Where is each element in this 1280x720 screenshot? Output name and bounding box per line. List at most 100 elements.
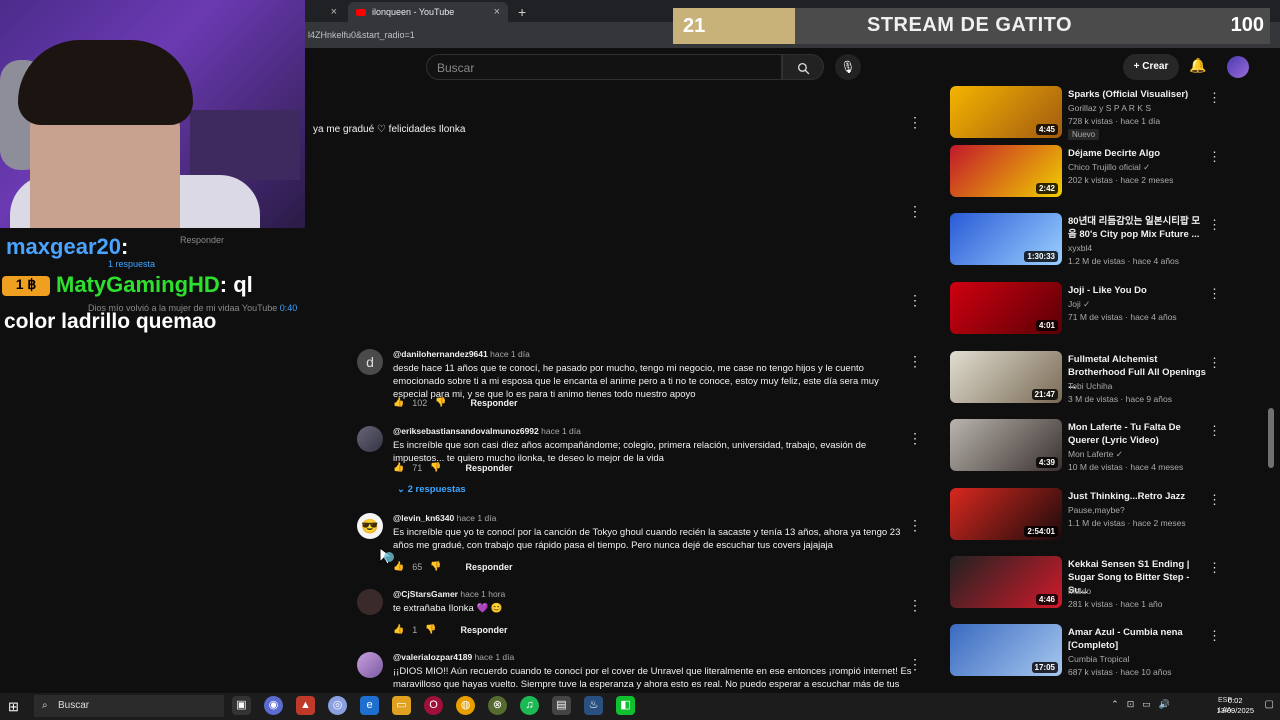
comment-author[interactable]: @levin_kn6340 [393, 513, 454, 523]
like-icon[interactable]: 👍 [393, 462, 404, 473]
comment-menu-icon[interactable]: ⋮ [908, 114, 922, 131]
taskbar-clock[interactable]: 0:02 13/09/2025 [1216, 696, 1254, 716]
comment-author[interactable]: @CjStarsGamer [393, 589, 458, 599]
dislike-icon[interactable]: 👎 [430, 561, 441, 572]
new-tab-button[interactable]: + [510, 2, 530, 22]
recommended-video[interactable]: 4:01 Joji - Like You Do Joji ✓ 71 M de vist… [950, 282, 1221, 344]
video-title[interactable]: 80년대 리듬감있는 일본시티팝 모음 80's City pop Mix Fu… [1068, 215, 1206, 241]
taskbar-search-input[interactable]: ⌕ Buscar [34, 695, 224, 717]
video-menu-icon[interactable]: ⋮ [1208, 217, 1221, 233]
search-input[interactable]: Buscar [426, 54, 782, 80]
like-icon[interactable]: 👍 [393, 397, 404, 408]
comment-avatar[interactable]: 😎 [357, 513, 383, 539]
app-icon[interactable]: ▲ [296, 696, 315, 715]
video-title[interactable]: Amar Azul - Cumbia nena [Completo] [1068, 626, 1206, 652]
browser-tab-previous[interactable]: × [305, 2, 345, 22]
video-title[interactable]: Déjame Decirte Algo [1068, 147, 1206, 160]
close-tab-icon[interactable]: × [494, 6, 500, 18]
recommended-video[interactable]: 21:47 Fullmetal Alchemist Brotherhood Ful… [950, 351, 1221, 413]
video-menu-icon[interactable]: ⋮ [1208, 423, 1221, 439]
video-channel[interactable]: Maldo [1068, 586, 1091, 596]
video-menu-icon[interactable]: ⋮ [1208, 628, 1221, 644]
app-icon[interactable]: ◉ [264, 696, 283, 715]
video-title[interactable]: Joji - Like You Do [1068, 284, 1206, 297]
user-avatar[interactable] [1227, 56, 1249, 78]
video-channel[interactable]: Gorillaz y S P A R K S [1068, 103, 1151, 113]
task-view-icon[interactable]: ▣ [232, 696, 251, 715]
chrome-icon[interactable]: ◍ [456, 696, 475, 715]
video-thumbnail[interactable]: 4:39 [950, 419, 1062, 471]
reply-button[interactable]: Responder [460, 625, 507, 635]
network-icon[interactable]: ⊡ [1127, 699, 1135, 710]
video-title[interactable]: Just Thinking...Retro Jazz [1068, 490, 1206, 503]
video-channel[interactable]: Chico Trujillo oficial ✓ [1068, 162, 1150, 173]
video-channel[interactable]: xyxbl4 [1068, 243, 1092, 253]
search-button[interactable] [782, 54, 824, 80]
comment-menu-icon[interactable]: ⋮ [908, 656, 922, 673]
comment-author[interactable]: @eriksebastiansandovalmunoz6992 [393, 426, 539, 436]
comment-author[interactable]: @valerialozpar4189 [393, 652, 472, 662]
comment-avatar[interactable] [357, 652, 383, 678]
app-icon[interactable]: ▤ [552, 696, 571, 715]
video-menu-icon[interactable]: ⋮ [1208, 149, 1221, 165]
video-channel[interactable]: Pause,maybe? [1068, 505, 1125, 515]
reply-button[interactable]: Responder [465, 562, 512, 572]
volume-icon[interactable]: 🔊 [1159, 699, 1170, 710]
comment-author[interactable]: @danilohernandez9641 [393, 349, 488, 359]
windows-start-icon[interactable]: ⊞ [8, 699, 19, 715]
comment-avatar[interactable]: d [357, 349, 383, 375]
video-menu-icon[interactable]: ⋮ [1208, 355, 1221, 371]
chevron-up-icon[interactable]: ⌃ [1111, 699, 1119, 710]
video-thumbnail[interactable]: 17:05 [950, 624, 1062, 676]
video-thumbnail[interactable]: 4:01 [950, 282, 1062, 334]
video-thumbnail[interactable]: 2:42 [950, 145, 1062, 197]
video-channel[interactable]: Mon Laferte ✓ [1068, 449, 1123, 460]
show-replies-button[interactable]: ⌄ 2 respuestas [397, 484, 466, 495]
comment-menu-icon[interactable]: ⋮ [908, 292, 922, 309]
app-icon[interactable]: ◎ [328, 696, 347, 715]
video-channel[interactable]: Joji ✓ [1068, 299, 1090, 310]
like-icon[interactable]: 👍 [393, 624, 404, 635]
close-tab-icon[interactable]: × [331, 6, 337, 18]
reply-button[interactable]: Responder [470, 398, 517, 408]
comment-menu-icon[interactable]: ⋮ [908, 597, 922, 614]
comment-menu-icon[interactable]: ⋮ [908, 203, 922, 220]
battery-icon[interactable]: ▭ [1142, 699, 1151, 710]
recommended-video[interactable]: 4:39 Mon Laferte - Tu Falta De Querer (Ly… [950, 419, 1221, 481]
app-icon[interactable]: ◧ [616, 696, 635, 715]
recommended-video[interactable]: 1:30:33 80년대 리듬감있는 일본시티팝 모음 80's City pop… [950, 213, 1221, 275]
recommended-video[interactable]: 4:45 Sparks (Official Visualiser) Gorillaz… [950, 86, 1221, 148]
dislike-icon[interactable]: 👎 [425, 624, 436, 635]
file-explorer-icon[interactable]: ▭ [392, 696, 411, 715]
video-title[interactable]: Mon Laferte - Tu Falta De Querer (Lyric … [1068, 421, 1206, 447]
video-title[interactable]: Sparks (Official Visualiser) [1068, 88, 1206, 101]
comment-avatar[interactable] [357, 426, 383, 452]
dislike-icon[interactable]: 👎 [430, 462, 441, 473]
recommended-video[interactable]: 2:54:01 Just Thinking...Retro Jazz Pause,m… [950, 488, 1221, 550]
recommended-video[interactable]: 4:46 Kekkai Sensen S1 Ending | Sugar Song… [950, 556, 1221, 618]
dislike-icon[interactable]: 👎 [435, 397, 446, 408]
opera-icon[interactable]: O [424, 696, 443, 715]
video-menu-icon[interactable]: ⋮ [1208, 90, 1221, 106]
video-menu-icon[interactable]: ⋮ [1208, 560, 1221, 576]
voice-search-button[interactable]: 🎙 [835, 54, 861, 80]
video-channel[interactable]: Tobi Uchiha [1068, 381, 1112, 391]
url-field[interactable]: l4ZHnkelfu0&start_radio=1 [300, 26, 670, 44]
steam-icon[interactable]: ♨ [584, 696, 603, 715]
recommended-video[interactable]: 2:42 Déjame Decirte Algo Chico Trujillo of… [950, 145, 1221, 207]
comment-avatar[interactable] [357, 589, 383, 615]
video-thumbnail[interactable]: 4:45 [950, 86, 1062, 138]
create-button[interactable]: + Crear [1123, 54, 1179, 80]
video-thumbnail[interactable]: 21:47 [950, 351, 1062, 403]
video-thumbnail[interactable]: 2:54:01 [950, 488, 1062, 540]
video-channel[interactable]: Cumbia Tropical [1068, 654, 1129, 664]
video-menu-icon[interactable]: ⋮ [1208, 286, 1221, 302]
video-menu-icon[interactable]: ⋮ [1208, 492, 1221, 508]
recommended-video[interactable]: 17:05 Amar Azul - Cumbia nena [Completo] C… [950, 624, 1221, 686]
xbox-icon[interactable]: ⊗ [488, 696, 507, 715]
comment-menu-icon[interactable]: ⋮ [908, 430, 922, 447]
notifications-bell-icon[interactable]: 🔔 [1189, 57, 1206, 74]
reply-button[interactable]: Responder [465, 463, 512, 473]
page-scrollbar[interactable] [1268, 408, 1274, 468]
notification-center-icon[interactable]: ▢ [1265, 699, 1274, 710]
